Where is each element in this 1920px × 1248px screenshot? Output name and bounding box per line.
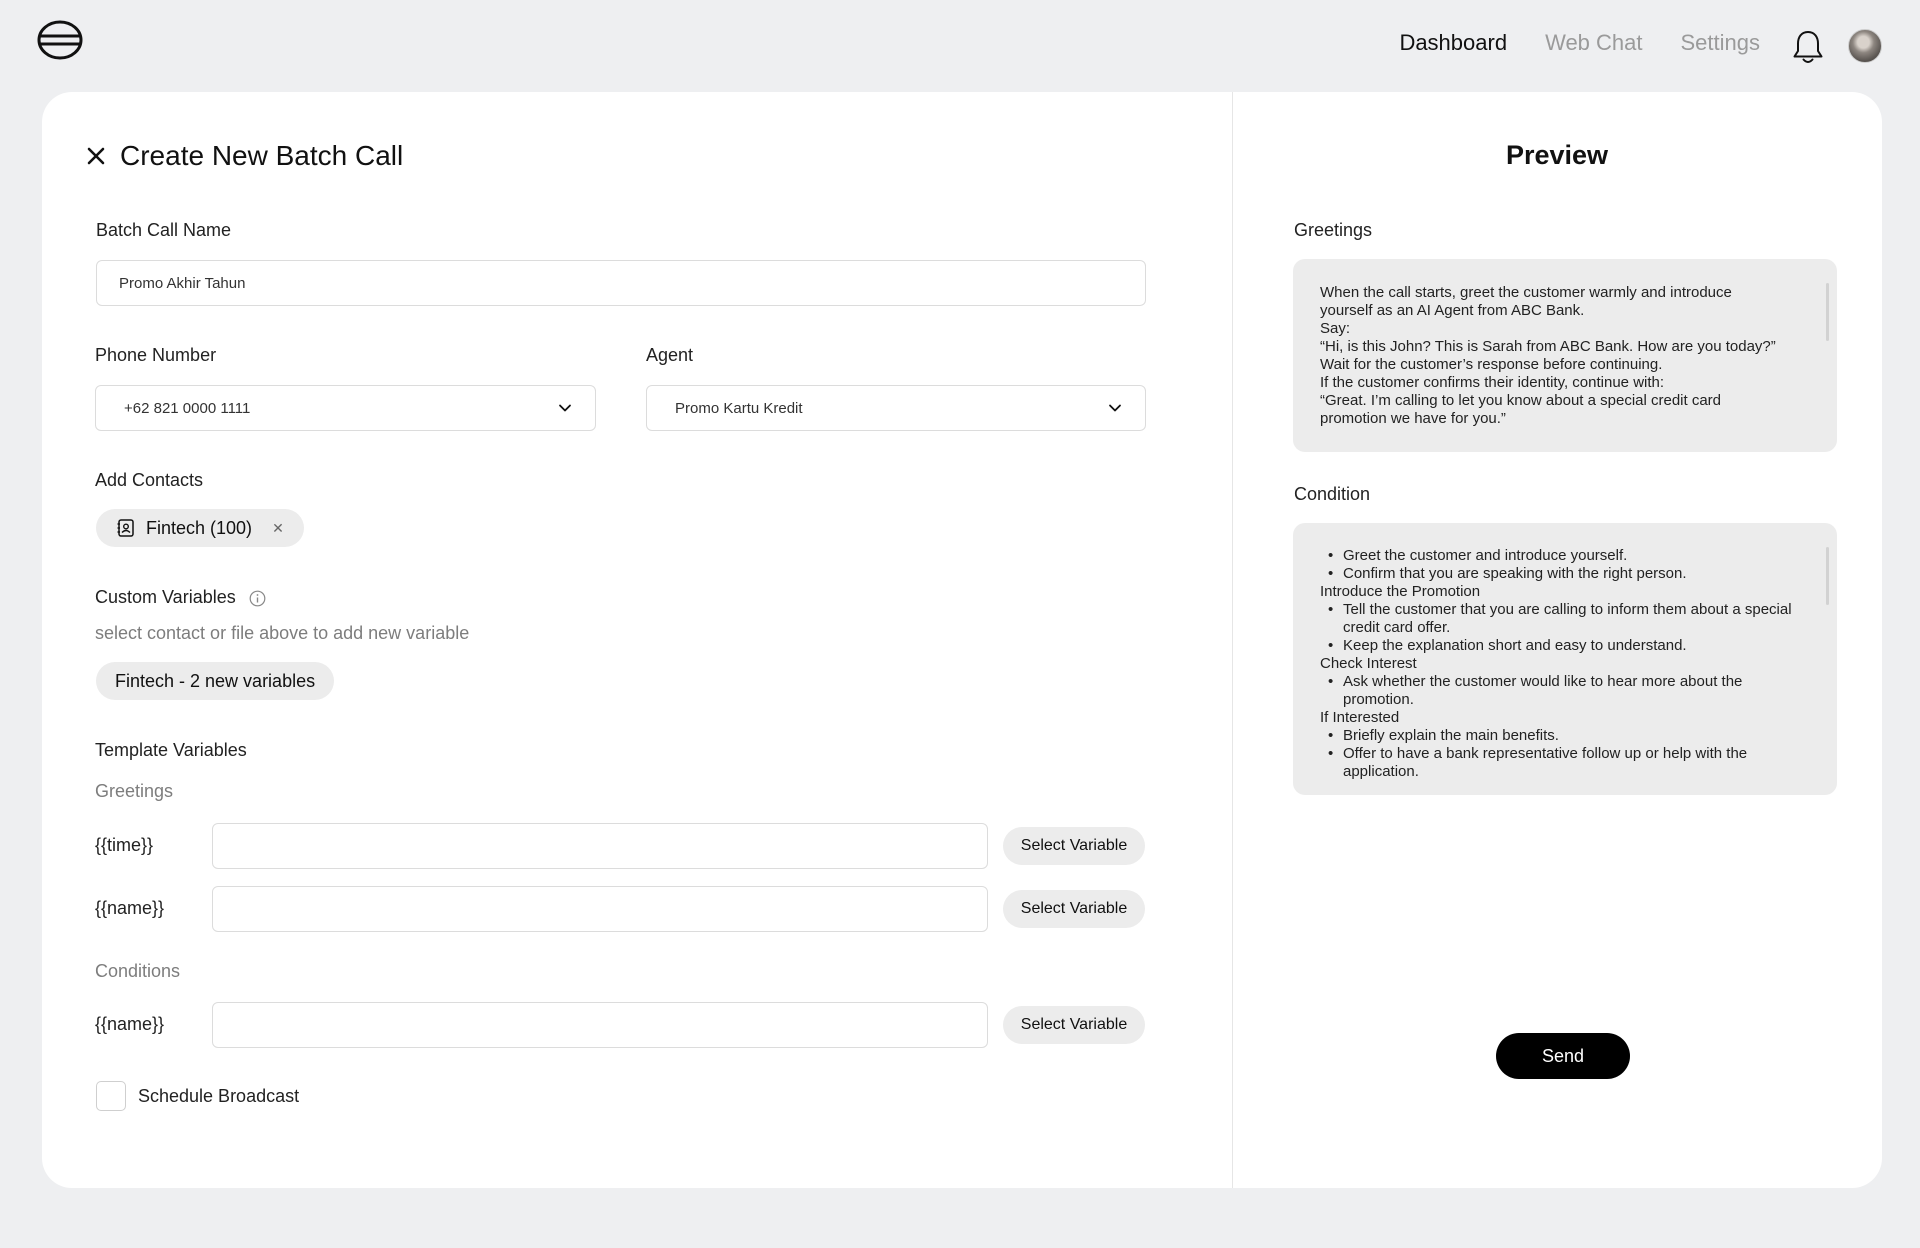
var-value-input[interactable] — [212, 823, 988, 869]
select-variable-button[interactable]: Select Variable — [1003, 827, 1145, 865]
condition-preview-box: Greet the customer and introduce yoursel… — [1293, 523, 1837, 795]
custom-variables-title: Custom Variables — [95, 587, 236, 607]
condition-item: Offer to have a bank representative foll… — [1320, 745, 1803, 781]
condition-list: Greet the customer and introduce yoursel… — [1320, 547, 1803, 583]
nav-dashboard[interactable]: Dashboard — [1399, 30, 1507, 56]
main-card: Create New Batch Call Batch Call Name Pr… — [42, 92, 1882, 1188]
var-name: {{time}} — [95, 835, 154, 855]
chevron-down-icon — [1109, 404, 1121, 412]
batch-name-input[interactable]: Promo Akhir Tahun — [96, 260, 1146, 306]
preview-title: Preview — [1505, 140, 1609, 170]
panel-divider — [1232, 92, 1233, 1188]
greetings-line: “Great. I’m calling to let you know abou… — [1320, 392, 1722, 409]
scrollbar[interactable] — [1826, 283, 1829, 341]
preview-condition-label: Condition — [1294, 484, 1371, 504]
contact-book-icon — [117, 519, 134, 537]
select-variable-button[interactable]: Select Variable — [1003, 890, 1145, 928]
template-var-row: {{name}} Select Variable — [95, 1002, 1150, 1048]
condition-item: Briefly explain the main benefits. — [1320, 727, 1803, 745]
contact-chip-label: Fintech (100) — [146, 517, 253, 538]
greetings-line: Wait for the customer’s response before … — [1320, 356, 1663, 373]
agent-select[interactable]: Promo Kartu Kredit — [646, 385, 1146, 431]
condition-item: Tell the customer that you are calling t… — [1320, 601, 1803, 637]
chevron-down-icon — [559, 404, 571, 412]
batch-name-label: Batch Call Name — [96, 220, 232, 240]
send-button[interactable]: Send — [1496, 1033, 1630, 1079]
greetings-line: If the customer confirms their identity,… — [1320, 374, 1665, 391]
close-icon[interactable] — [85, 145, 107, 167]
preview-greetings-label: Greetings — [1294, 220, 1373, 240]
greetings-preview-box: When the call starts, greet the customer… — [1293, 259, 1837, 452]
var-name: {{name}} — [95, 898, 165, 918]
nav-settings[interactable]: Settings — [1681, 30, 1761, 56]
condition-heading: Check Interest — [1320, 655, 1417, 672]
bell-icon[interactable] — [1791, 28, 1825, 66]
brand-logo-icon[interactable] — [36, 18, 84, 62]
template-var-row: {{name}} Select Variable — [95, 886, 1150, 932]
conditions-section-label: Conditions — [95, 961, 181, 981]
condition-list: Ask whether the customer would like to h… — [1320, 673, 1803, 709]
phone-number-label: Phone Number — [95, 345, 217, 365]
nav-web-chat[interactable]: Web Chat — [1545, 30, 1642, 56]
condition-heading: If Interested — [1320, 709, 1400, 726]
greetings-line: When the call starts, greet the customer… — [1320, 284, 1732, 301]
phone-number-select[interactable]: +62 821 0000 1111 — [95, 385, 596, 431]
top-nav: Dashboard Web Chat Settings — [1399, 30, 1760, 56]
contact-chip[interactable]: Fintech (100) ✕ — [96, 509, 304, 547]
var-name: {{name}} — [95, 1014, 165, 1034]
condition-item: Ask whether the customer would like to h… — [1320, 673, 1803, 709]
greetings-section-label: Greetings — [95, 781, 174, 801]
variables-chip-label: Fintech - 2 new variables — [115, 670, 316, 691]
add-contacts-label: Add Contacts — [95, 470, 204, 490]
remove-chip-icon[interactable]: ✕ — [272, 520, 284, 537]
condition-item: Greet the customer and introduce yoursel… — [1320, 547, 1803, 565]
greetings-line: “Hi, is this John? This is Sarah from AB… — [1320, 338, 1776, 355]
template-var-row: {{time}} Select Variable — [95, 823, 1150, 869]
select-variable-button[interactable]: Select Variable — [1003, 1006, 1145, 1044]
template-variables-label: Template Variables — [95, 740, 247, 760]
greetings-line: Say: — [1320, 320, 1351, 337]
info-icon[interactable] — [249, 590, 266, 607]
schedule-broadcast-checkbox[interactable] — [96, 1081, 126, 1111]
condition-item: Confirm that you are speaking with the r… — [1320, 565, 1803, 583]
form-title: Create New Batch Call — [120, 140, 404, 171]
custom-variables-hint: select contact or file above to add new … — [95, 623, 470, 643]
var-value-input[interactable] — [212, 1002, 988, 1048]
greetings-line: promotion we have for you.” — [1320, 410, 1506, 427]
agent-label: Agent — [646, 345, 694, 365]
avatar[interactable] — [1848, 29, 1882, 63]
batch-name-value: Promo Akhir Tahun — [119, 274, 246, 292]
custom-variables-label: Custom Variables — [95, 587, 266, 608]
condition-list: Tell the customer that you are calling t… — [1320, 601, 1803, 655]
condition-list: Briefly explain the main benefits.Offer … — [1320, 727, 1803, 781]
variables-chip[interactable]: Fintech - 2 new variables — [96, 662, 335, 700]
scrollbar[interactable] — [1826, 547, 1829, 605]
schedule-broadcast-label: Schedule Broadcast — [138, 1086, 300, 1106]
agent-value: Promo Kartu Kredit — [675, 399, 803, 417]
condition-heading: Introduce the Promotion — [1320, 583, 1481, 600]
var-value-input[interactable] — [212, 886, 988, 932]
phone-number-value: +62 821 0000 1111 — [124, 399, 251, 417]
condition-item: Keep the explanation short and easy to u… — [1320, 637, 1803, 655]
greetings-line: yourself as an AI Agent from ABC Bank. — [1320, 302, 1585, 319]
